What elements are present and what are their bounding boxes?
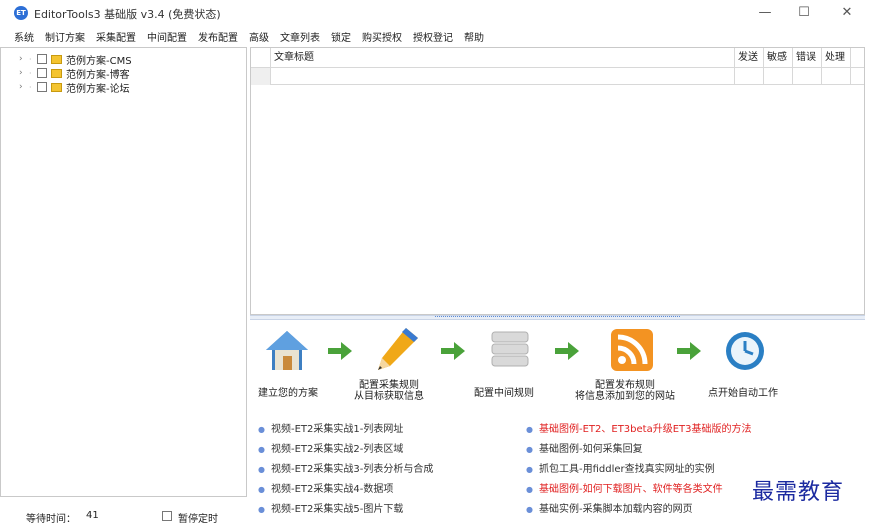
tutorial-link[interactable]: ● 抓包工具-用fiddler查找真实网址的实例 — [526, 460, 715, 475]
table-cell — [822, 68, 851, 85]
flow-step-label-collect-rules[interactable]: 配置采集规则 从目标获取信息 — [354, 380, 424, 402]
tree-line-icon: · — [29, 54, 32, 64]
clock-start-icon[interactable] — [724, 330, 766, 372]
pause-timer-checkbox[interactable] — [162, 511, 172, 521]
column-header-error[interactable]: 错误 — [793, 48, 822, 68]
plan-tree-panel: › · 范例方案-CMS › · 范例方案-博客 › · 范例方案-论坛 — [0, 47, 247, 497]
tree-checkbox[interactable] — [37, 54, 47, 64]
article-table: 文章标题 发送 敏感 错误 处理 — [250, 47, 865, 315]
tutorial-link[interactable]: ● 基础实例-采集脚本加载内容的网页 — [526, 500, 693, 515]
menu-item-middle-config[interactable]: 中间配置 — [147, 29, 187, 44]
expand-icon[interactable]: › — [19, 54, 29, 64]
flow-step-label-start-work[interactable]: 点开始自动工作 — [708, 388, 778, 399]
tutorial-link[interactable]: ● 基础图例-如何采集回复 — [526, 440, 643, 455]
tutorial-link[interactable]: ● 视频-ET2采集实战4-数据项 — [258, 480, 393, 495]
tree-checkbox[interactable] — [37, 82, 47, 92]
tree-line-icon: · — [29, 82, 32, 92]
menu-item-help[interactable]: 帮助 — [464, 29, 484, 44]
pencil-icon[interactable] — [376, 326, 422, 374]
bullet-icon: ● — [526, 465, 533, 474]
menu-item-buy-license[interactable]: 购买授权 — [362, 29, 402, 44]
table-cell — [735, 68, 764, 85]
arrow-right-icon — [555, 342, 579, 360]
arrow-right-icon — [677, 342, 701, 360]
menu-item-lock[interactable]: 锁定 — [331, 29, 351, 44]
column-header-sensitive[interactable]: 敏感 — [764, 48, 793, 68]
menu-item-system[interactable]: 系统 — [14, 29, 34, 44]
tree-item-label: 范例方案-博客 — [66, 69, 130, 81]
tutorial-link[interactable]: ● 视频-ET2采集实战3-列表分析与合成 — [258, 460, 433, 475]
tutorial-link-highlight[interactable]: ● 基础图例-ET2、ET3beta升级ET3基础版的方法 — [526, 420, 752, 435]
watermark-text: 最需教育 — [752, 480, 845, 505]
bullet-icon: ● — [526, 485, 533, 494]
title-bar: ET EditorTools3 基础版 v3.4 (免费状态) — ☐ ✕ — [0, 0, 875, 26]
tree-item-label: 范例方案-论坛 — [66, 83, 130, 95]
menu-item-advanced[interactable]: 高级 — [249, 29, 269, 44]
maximize-button[interactable]: ☐ — [782, 2, 826, 24]
database-icon[interactable] — [490, 328, 530, 374]
tutorial-link[interactable]: ● 视频-ET2采集实战5-图片下载 — [258, 500, 403, 515]
column-header-title[interactable]: 文章标题 — [271, 48, 735, 68]
menu-item-article-list[interactable]: 文章列表 — [280, 29, 320, 44]
tree-item-label: 范例方案-CMS — [66, 55, 132, 67]
table-row[interactable] — [251, 68, 864, 85]
tree-checkbox[interactable] — [37, 68, 47, 78]
expand-icon[interactable]: › — [19, 82, 29, 92]
tutorial-link[interactable]: ● 视频-ET2采集实战1-列表网址 — [258, 420, 403, 435]
table-cell — [271, 68, 735, 85]
bullet-icon: ● — [526, 445, 533, 454]
expand-icon[interactable]: › — [19, 68, 29, 78]
column-header-select[interactable] — [251, 48, 271, 68]
timer-status-bar: 等待时间： 41 暂停定时 — [0, 497, 247, 525]
window-title: EditorTools3 基础版 v3.4 (免费状态) — [34, 8, 221, 21]
bullet-icon: ● — [258, 445, 265, 454]
menu-item-publish-config[interactable]: 发布配置 — [198, 29, 238, 44]
app-logo-icon: ET — [14, 6, 28, 20]
splitter-grip-icon[interactable] — [435, 316, 680, 319]
tree-line-icon: · — [29, 68, 32, 78]
arrow-right-icon — [441, 342, 465, 360]
tutorial-link[interactable]: ● 视频-ET2采集实战2-列表区域 — [258, 440, 403, 455]
flow-step-label-publish-rules[interactable]: 配置发布规则 将信息添加到您的网站 — [575, 380, 675, 402]
column-header-sent[interactable]: 发送 — [735, 48, 764, 68]
bullet-icon: ● — [258, 425, 265, 434]
minimize-button[interactable]: — — [743, 2, 787, 24]
home-icon[interactable] — [264, 328, 310, 374]
row-header-cell — [251, 68, 271, 85]
table-cell — [764, 68, 793, 85]
menu-item-register-license[interactable]: 授权登记 — [413, 29, 453, 44]
bullet-icon: ● — [258, 485, 265, 494]
tree-item-forum[interactable]: › · 范例方案-论坛 — [19, 80, 130, 95]
close-button[interactable]: ✕ — [825, 2, 869, 24]
column-header-processed[interactable]: 处理 — [822, 48, 851, 68]
flow-step-label-create-plan[interactable]: 建立您的方案 — [258, 388, 318, 399]
folder-icon — [51, 82, 62, 92]
flow-step-label-middle-rules[interactable]: 配置中间规则 — [474, 388, 534, 399]
bullet-icon: ● — [526, 425, 533, 434]
table-cell — [793, 68, 822, 85]
arrow-right-icon — [328, 342, 352, 360]
bullet-icon: ● — [258, 505, 265, 514]
table-header-row: 文章标题 发送 敏感 错误 处理 — [251, 48, 864, 68]
wait-time-value: 41 — [86, 510, 99, 521]
bullet-icon: ● — [258, 465, 265, 474]
menu-item-plan[interactable]: 制订方案 — [45, 29, 85, 44]
tree-item-cms[interactable]: › · 范例方案-CMS — [19, 52, 132, 67]
folder-icon — [51, 54, 62, 64]
pause-timer-label: 暂停定时 — [178, 514, 218, 525]
folder-icon — [51, 68, 62, 78]
menu-bar: 系统 制订方案 采集配置 中间配置 发布配置 高级 文章列表 锁定 购买授权 授… — [0, 26, 875, 46]
rss-icon[interactable] — [610, 328, 654, 372]
bullet-icon: ● — [526, 505, 533, 514]
menu-item-collect-config[interactable]: 采集配置 — [96, 29, 136, 44]
tree-item-blog[interactable]: › · 范例方案-博客 — [19, 66, 130, 81]
tutorial-link-highlight[interactable]: ● 基础图例-如何下载图片、软件等各类文件 — [526, 480, 723, 495]
wait-time-label: 等待时间： — [26, 514, 76, 525]
